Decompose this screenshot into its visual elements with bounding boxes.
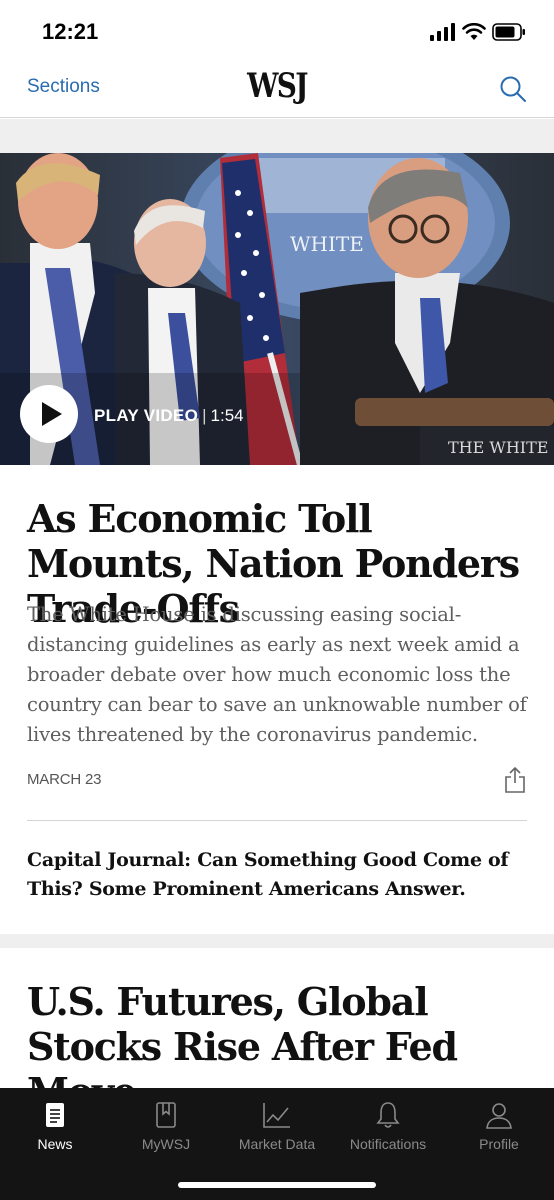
article-divider — [27, 820, 527, 821]
tab-notifications[interactable]: Notifications — [333, 1088, 443, 1168]
cellular-signal-icon — [430, 23, 455, 41]
article-summary[interactable]: The White House is discussing easing soc… — [27, 600, 532, 750]
top-nav-bar: Sections WSJ — [0, 62, 554, 118]
tab-label: MyWSJ — [141, 1136, 191, 1152]
tab-market-data[interactable]: Market Data — [222, 1088, 332, 1168]
related-article-link[interactable]: Capital Journal: Can Something Good Come… — [27, 846, 527, 904]
play-separator: | — [202, 406, 207, 425]
profile-icon — [486, 1103, 512, 1129]
play-video-label[interactable]: PLAY VIDEO | 1:54 — [94, 406, 244, 426]
search-icon[interactable] — [498, 74, 528, 104]
tab-label: Profile — [479, 1136, 519, 1152]
home-indicator[interactable] — [178, 1182, 376, 1188]
tab-profile[interactable]: Profile — [444, 1088, 554, 1168]
share-icon[interactable] — [504, 766, 526, 794]
battery-icon — [492, 23, 525, 41]
play-video-button[interactable] — [20, 385, 78, 443]
bell-icon — [376, 1102, 400, 1128]
play-icon — [42, 402, 62, 426]
backdrop-text: WHITE — [290, 232, 364, 256]
tab-label: Notifications — [349, 1136, 427, 1152]
section-spacer — [0, 119, 554, 153]
bookmark-icon — [156, 1102, 176, 1128]
hero-photo: WHITE THE WHITE — [0, 153, 554, 465]
tab-label: News — [37, 1136, 73, 1152]
video-duration: 1:54 — [210, 406, 244, 425]
hero-video[interactable]: WHITE THE WHITE PLAY VIDEO | 1:54 — [0, 153, 554, 465]
status-time: 12:21 — [42, 19, 99, 44]
play-label-text: PLAY VIDEO — [94, 406, 199, 425]
tab-label: Market Data — [238, 1136, 316, 1152]
tab-mywsj[interactable]: MyWSJ — [111, 1088, 221, 1168]
wsj-logo[interactable]: WSJ — [50, 66, 504, 106]
article-date: MARCH 23 — [27, 771, 102, 788]
news-icon — [46, 1103, 64, 1127]
wifi-icon — [462, 23, 486, 40]
tab-news[interactable]: News — [0, 1088, 110, 1168]
section-spacer — [0, 934, 554, 948]
status-bar: 12:21 — [0, 0, 554, 62]
podium-text: THE WHITE — [448, 438, 548, 457]
chart-icon — [263, 1103, 290, 1128]
status-icons — [430, 22, 526, 42]
